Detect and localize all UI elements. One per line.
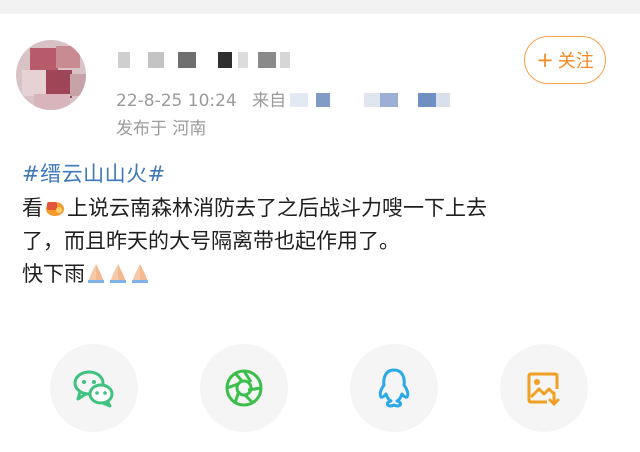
qq-icon xyxy=(378,368,410,408)
share-wechat-button[interactable] xyxy=(50,344,138,432)
wechat-icon xyxy=(73,370,114,408)
moments-icon xyxy=(225,369,263,407)
post-source-blurred[interactable] xyxy=(290,92,470,110)
follow-label: 关注 xyxy=(557,51,594,72)
share-qq-button[interactable] xyxy=(350,344,438,432)
follow-button[interactable]: + 关注 xyxy=(524,36,606,84)
post-meta: 22-8-25 10:24 来自 xyxy=(116,86,470,111)
post-location: 发布于 河南 xyxy=(116,119,207,139)
post-body-line-2: 了，而且昨天的大号隔离带也起作用了。 xyxy=(22,229,400,253)
post-body-line-1: 看 上说云南森林消防去了之后战斗力嗖一下上去 xyxy=(22,196,487,220)
topic-hashtag-link[interactable]: #缙云山山火# xyxy=(22,158,166,188)
praying-hands-icon xyxy=(110,264,126,283)
username-blurred[interactable] xyxy=(118,52,318,72)
save-image-button[interactable] xyxy=(500,344,588,432)
post-body-line-3: 快下雨 xyxy=(22,258,622,291)
top-divider xyxy=(0,0,640,14)
share-moments-button[interactable] xyxy=(200,344,288,432)
fire-extinguisher-emoji-icon xyxy=(46,202,64,216)
save-image-icon xyxy=(527,372,560,407)
post-body: 看 上说云南森林消防去了之后战斗力嗖一下上去 了，而且昨天的大号隔离带也起作用了… xyxy=(22,192,622,291)
post-source-prefix: 来自 xyxy=(252,91,287,111)
praying-hands-icon xyxy=(88,264,104,283)
plus-icon: + xyxy=(536,48,554,72)
praying-hands-icon xyxy=(132,264,148,283)
avatar[interactable] xyxy=(16,40,86,110)
post-timestamp: 22-8-25 10:24 xyxy=(116,91,237,111)
